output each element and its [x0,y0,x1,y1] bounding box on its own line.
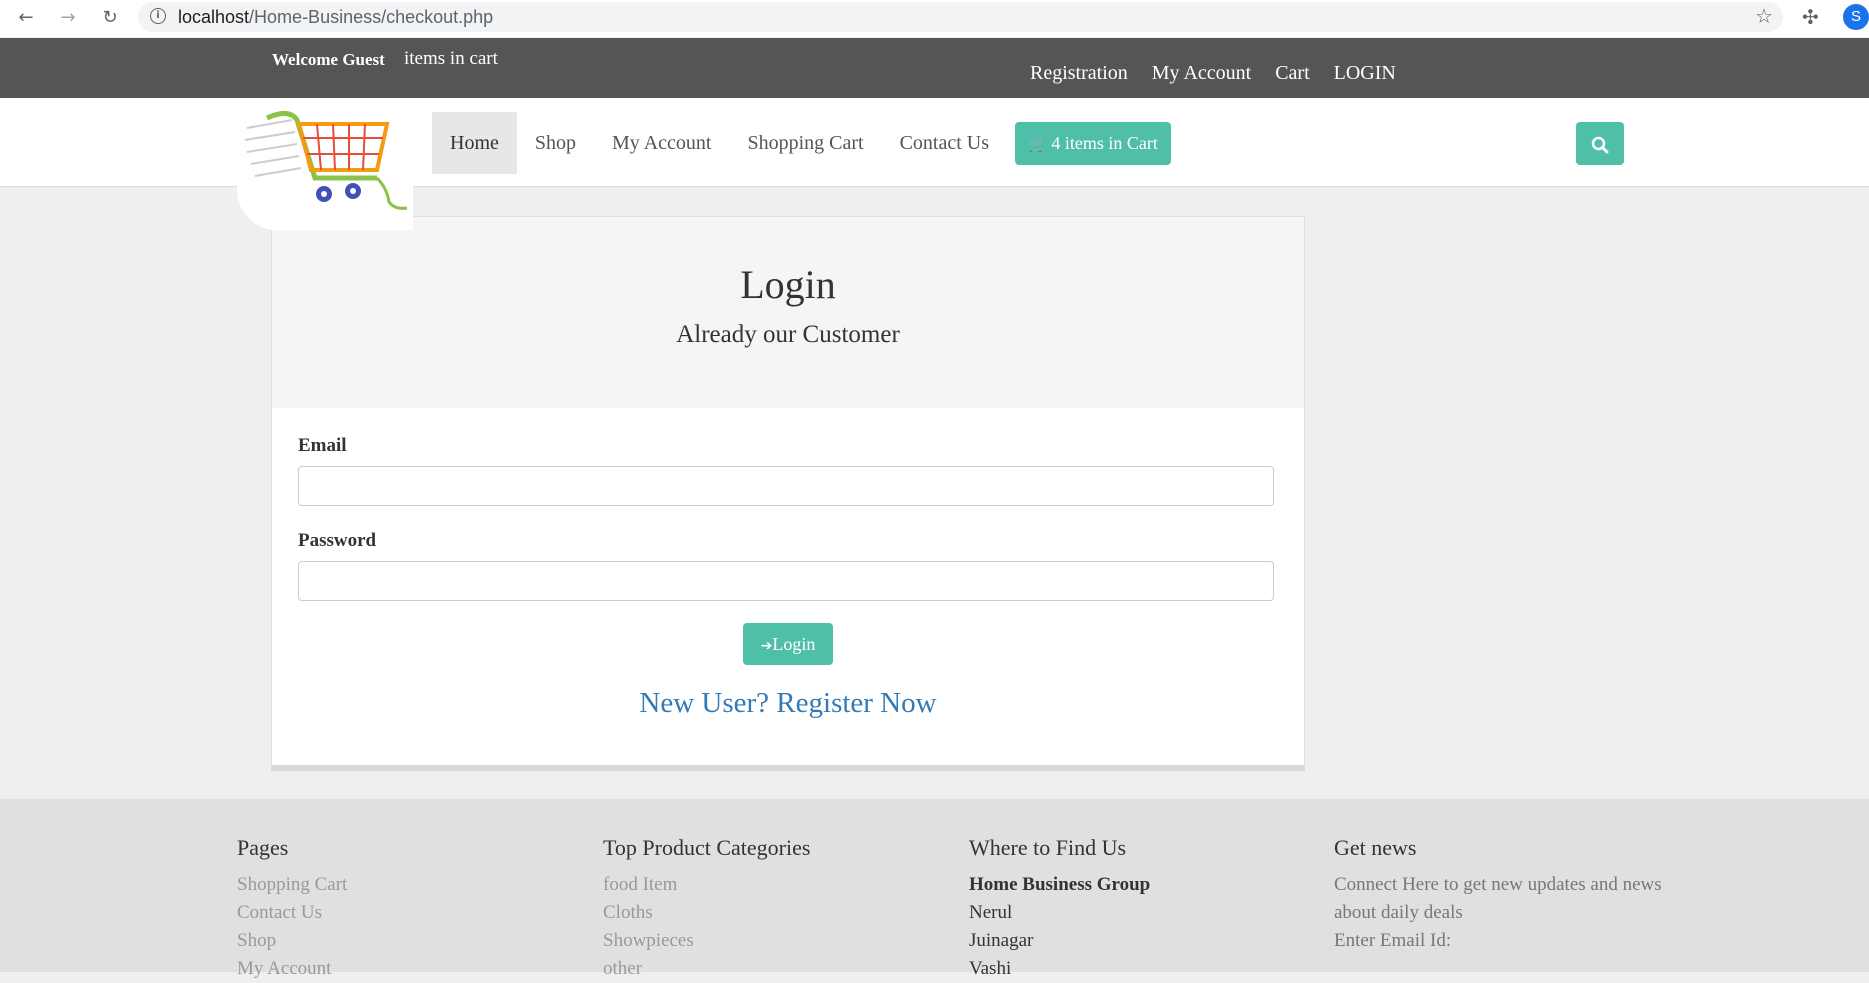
star-icon[interactable]: ☆ [1755,4,1773,28]
top-bar: Welcome Guest items in cart Registration… [0,38,1869,98]
forward-arrow-icon[interactable]: → [56,6,80,30]
footer-link[interactable]: Contact Us [237,899,347,927]
login-button-label: Login [772,634,816,654]
footer-pages-title: Pages [237,835,289,860]
footer-link[interactable]: food Item [603,871,810,899]
news-text: Connect Here to get new updates and news… [1334,874,1662,923]
footer: Pages Shopping Cart Contact Us Shop My A… [0,799,1869,979]
welcome-text: Welcome Guest [272,50,385,69]
email-input[interactable] [298,466,1274,506]
profile-avatar[interactable]: S [1843,4,1869,30]
footer-news: Get news Connect Here to get new updates… [1334,835,1664,955]
login-subtitle: Already our Customer [676,321,900,348]
info-icon[interactable]: i [150,8,166,24]
browser-toolbar: ← → ↻ i localhost/Home-Business/checkout… [0,0,1869,37]
footer-news-title: Get news [1334,835,1417,860]
password-label: Password [298,530,377,551]
password-input[interactable] [298,561,1274,601]
login-link[interactable]: LOGIN [1334,62,1396,85]
puzzle-icon[interactable]: ✣ [1802,5,1819,29]
login-panel: Login Already our Customer Email Passwor… [271,216,1305,771]
footer-pages: Pages Shopping Cart Contact Us Shop My A… [237,835,347,983]
footer-link[interactable]: Shopping Cart [237,871,347,899]
register-link[interactable]: New User? Register Now [272,687,1304,720]
menu-item-shop[interactable]: Shop [517,112,594,174]
location-item: Vashi [969,958,1012,979]
email-label: Email [298,435,347,456]
login-button[interactable]: ➔Login [743,623,833,665]
back-arrow-icon[interactable]: ← [14,6,38,30]
sign-in-icon: ➔ [760,638,773,654]
footer-link[interactable]: Showpieces [603,927,810,955]
registration-link[interactable]: Registration [1030,62,1128,85]
enter-email-label: Enter Email Id: [1334,930,1452,951]
company-name: Home Business Group [969,874,1151,895]
footer-find-us: Where to Find Us Home Business Group Ner… [969,835,1150,983]
location-item: Nerul [969,902,1013,923]
footer-categories: Top Product Categories food Item Cloths … [603,835,810,983]
footer-link[interactable]: My Account [237,955,347,983]
menu-item-contact-us[interactable]: Contact Us [882,112,1007,174]
footer-find-us-title: Where to Find Us [969,835,1127,860]
search-button[interactable] [1576,122,1624,165]
url-path: /Home-Business/checkout.php [249,7,494,27]
footer-link[interactable]: other [603,955,810,983]
cart-button-label: 4 items in Cart [1051,133,1158,153]
footer-categories-title: Top Product Categories [603,835,811,860]
login-header: Login Already our Customer [272,217,1304,408]
my-account-link[interactable]: My Account [1152,62,1251,85]
login-title: Login [740,262,836,307]
url-text: localhost/Home-Business/checkout.php [178,7,493,28]
footer-link[interactable]: Shop [237,927,347,955]
menu-item-my-account[interactable]: My Account [594,112,729,174]
footer-link[interactable]: Cloths [603,899,810,927]
location-item: Juinagar [969,930,1034,951]
menu-item-shopping-cart[interactable]: Shopping Cart [729,112,881,174]
menu-item-home[interactable]: Home [432,112,517,174]
main-menu: Home Shop My Account Shopping Cart Conta… [432,112,1007,174]
reload-icon[interactable]: ↻ [98,6,122,30]
search-icon [1591,136,1609,153]
address-bar[interactable]: i localhost/Home-Business/checkout.php ☆ [138,2,1783,32]
top-links: Registration My Account Cart LOGIN [1030,62,1396,85]
cart-icon: 🛒 [1028,135,1047,153]
cart-link[interactable]: Cart [1275,62,1309,85]
shopping-cart-logo-icon [244,111,408,210]
url-host: localhost [178,7,250,27]
cart-button[interactable]: 🛒 4 items in Cart [1015,122,1171,165]
logo[interactable] [237,98,413,230]
items-in-cart-text: items in cart [404,48,498,69]
